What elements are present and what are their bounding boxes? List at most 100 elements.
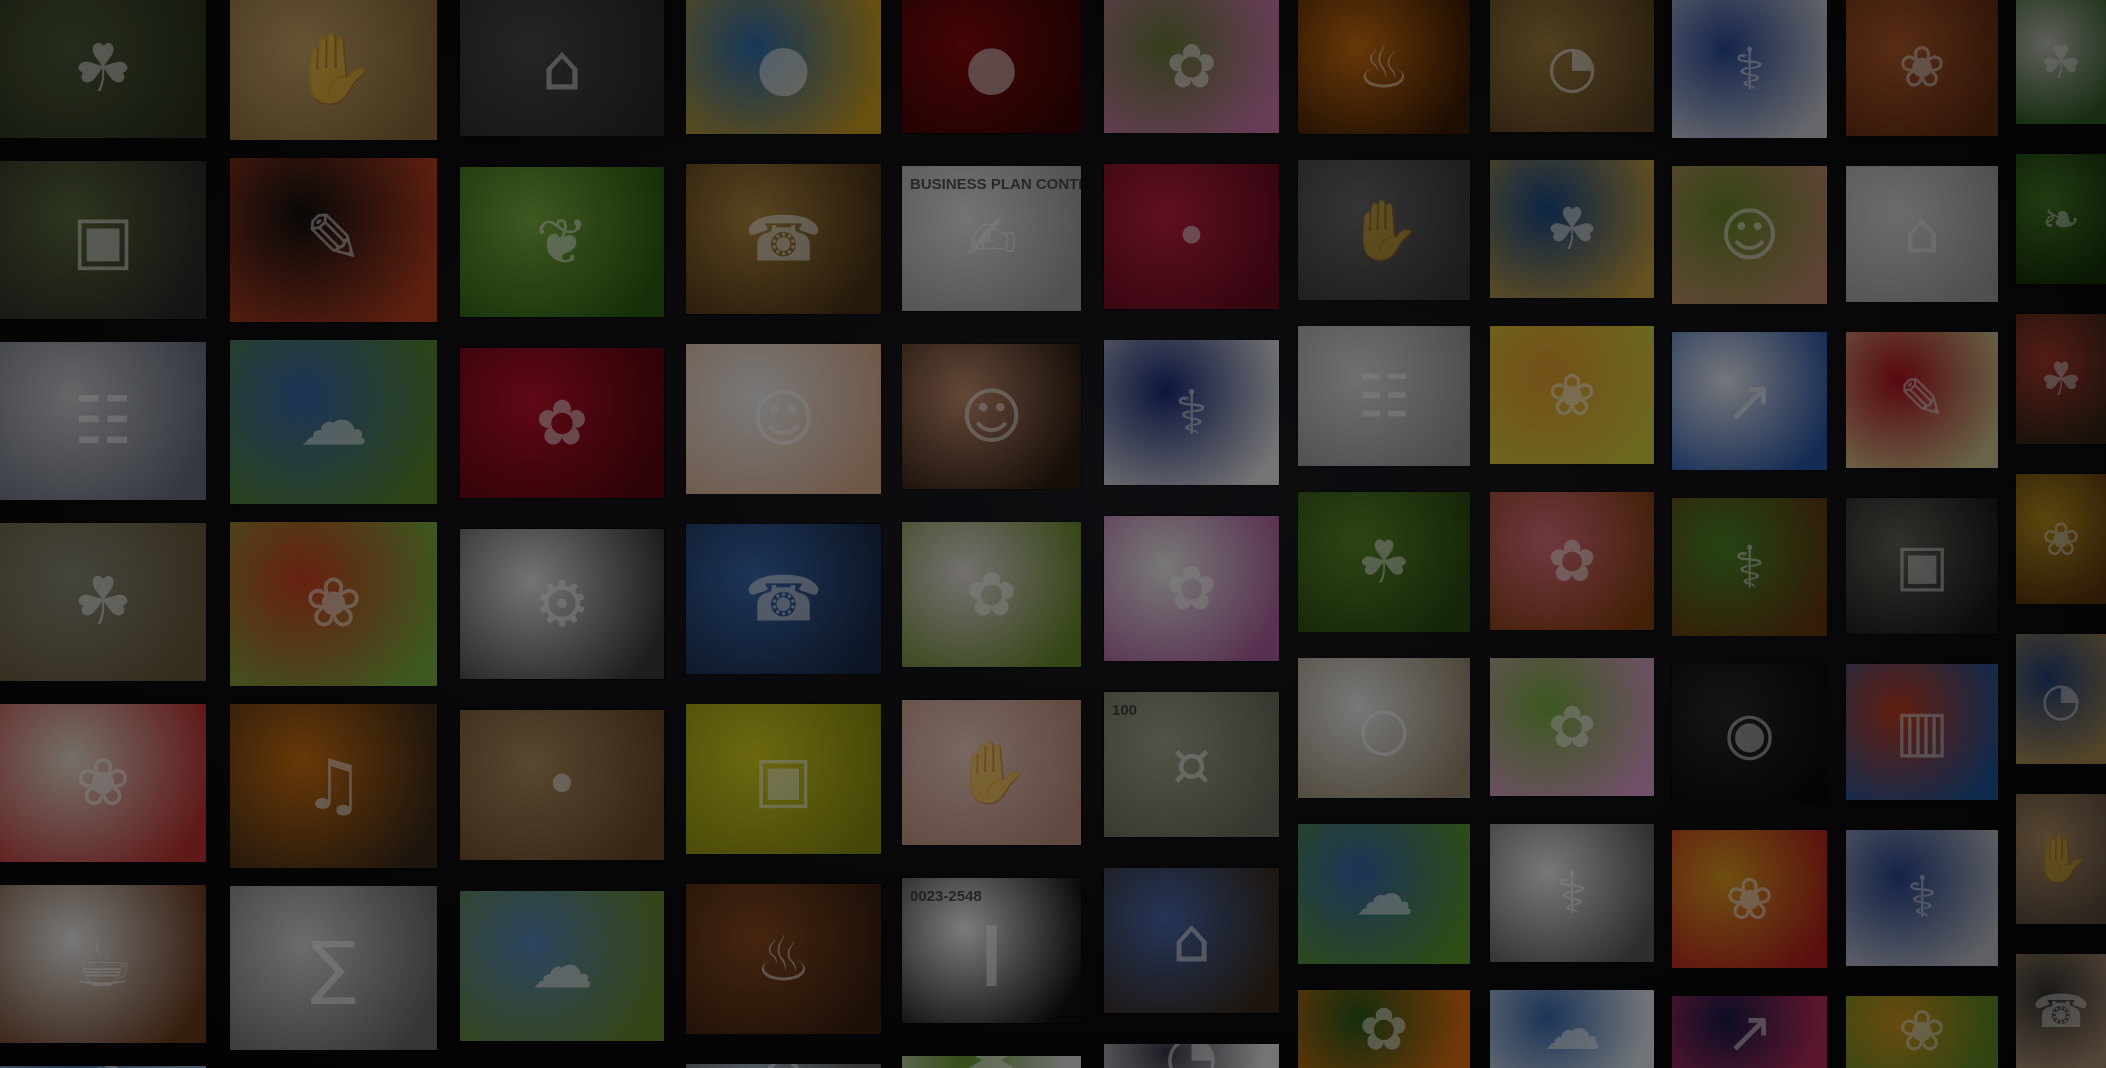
photo-tile-clouds-sky: ☁ <box>1490 990 1654 1068</box>
tile-dim-overlay <box>686 524 881 674</box>
tile-dim-overlay <box>1490 160 1654 298</box>
tile-dim-overlay <box>460 710 664 860</box>
tile-dim-overlay <box>1104 692 1279 837</box>
tile-dim-overlay <box>1846 166 1998 302</box>
photo-tile-green-field-sky: ☁ <box>1298 824 1470 964</box>
tile-dim-overlay <box>0 704 206 862</box>
tile-dim-overlay <box>0 161 206 319</box>
tile-dim-overlay <box>460 0 664 136</box>
photo-tile-white-blossoms: ✿ <box>902 522 1081 667</box>
photo-tile-barcode: ❙0023-2548 <box>902 878 1081 1023</box>
photo-tile-grass-field: ☘ <box>0 0 206 138</box>
tile-dim-overlay <box>0 523 206 681</box>
photo-tile-photo-frame: ▣ <box>1846 498 1998 634</box>
photo-tile-wheat-field: ☘ <box>0 523 206 681</box>
tile-dim-overlay <box>460 891 664 1041</box>
photo-tile-hand-with-key: ✋ <box>2016 794 2106 924</box>
tile-dim-overlay <box>902 344 1081 489</box>
photo-wall: ☘✋⌂●●✿♨◔⚕❀☘▣✎❦☎✍BUSINESS PLAN CONTRACT•✋… <box>0 0 2106 1068</box>
photo-tile-gerbera-macro: ✿ <box>1490 492 1654 630</box>
photo-tile-vintage-radio: ☎ <box>686 164 881 314</box>
photo-tile-honey-jar: ❀ <box>2016 474 2106 604</box>
tile-dim-overlay <box>1846 830 1998 966</box>
photo-tile-belly-hands: ✋ <box>902 700 1081 845</box>
photo-tile-doctor-mask: ⚕ <box>1104 340 1279 485</box>
tile-dim-overlay <box>2016 954 2106 1068</box>
tile-dim-overlay <box>686 1064 881 1068</box>
photo-tile-business-plan-contract: ✍BUSINESS PLAN CONTRACT <box>902 166 1081 311</box>
tile-dim-overlay <box>1490 0 1654 132</box>
tile-dim-overlay <box>1672 332 1827 470</box>
tile-dim-overlay <box>1846 996 1998 1068</box>
tile-dim-overlay <box>902 522 1081 667</box>
photo-tile-hands-soil-sprout: ☘ <box>2016 314 2106 444</box>
tile-dim-overlay <box>1846 664 1998 800</box>
photo-tile-colored-pencils: ✎ <box>230 158 437 322</box>
tile-dim-overlay <box>1490 824 1654 962</box>
photo-tile-coffee-cup-beans: ☕ <box>0 885 206 1043</box>
photo-tile-pink-daisy: ✿ <box>1104 0 1279 133</box>
photo-tile-fireplace: ♨ <box>686 884 881 1034</box>
tile-dim-overlay <box>1104 164 1279 309</box>
tile-dim-overlay <box>1490 492 1654 630</box>
tile-dim-overlay <box>1672 664 1827 802</box>
photo-tile-grass-blades: ☘ <box>1298 492 1470 632</box>
photo-tile-green-leaf-drop: ❦ <box>460 167 664 317</box>
tile-dim-overlay <box>1672 996 1827 1068</box>
photo-tile-doctor-clipboard: ⚕ <box>1672 0 1827 138</box>
tile-dim-overlay <box>686 0 881 134</box>
tile-dim-overlay <box>1298 658 1470 798</box>
tile-dim-overlay <box>1846 498 1998 634</box>
tile-dim-overlay <box>902 700 1081 845</box>
photo-tile-trees-landscape: ☁ <box>460 891 664 1041</box>
photo-tile-wooden-house: ⌂ <box>1104 868 1279 1013</box>
photo-tile-camera-rapeseed-field: ▣ <box>686 704 881 854</box>
tile-dim-overlay <box>902 166 1081 311</box>
photo-tile-call-center-agent: ☎ <box>686 524 881 674</box>
photo-tile-perfume-bottle: ❀ <box>1846 0 1998 136</box>
tile-dim-overlay <box>1298 824 1470 964</box>
photo-tile-newspapers: ☷ <box>0 342 206 500</box>
photo-tile-doctor-apple: ⚕ <box>1846 830 1998 966</box>
photo-tile-plastic-caps: ● <box>686 0 881 134</box>
photo-tile-kiwi-orange: ❀ <box>1846 996 1998 1068</box>
photo-tile-woman-face: ☺ <box>902 344 1081 489</box>
tile-dim-overlay <box>1490 326 1654 464</box>
tile-dim-overlay <box>1672 830 1827 968</box>
photo-tile-castle-sky: ⌂ <box>686 1064 881 1068</box>
tile-dim-overlay <box>1298 492 1470 632</box>
photo-tile-ring-box: ○ <box>1298 658 1470 798</box>
tile-dim-overlay <box>1672 166 1827 304</box>
photo-tile-herbal-jars: ❀ <box>1490 326 1654 464</box>
tile-dim-overlay <box>2016 474 2106 604</box>
photo-tile-calculator-pen: ∑ <box>230 886 437 1050</box>
photo-tile-mushroom-basket: • <box>460 710 664 860</box>
photo-tile-medicine-bottle: ⚕ <box>1672 498 1827 636</box>
photo-tile-lock: ⌂ <box>460 0 664 136</box>
tile-dim-overlay <box>2016 314 2106 444</box>
tile-dim-overlay <box>1104 516 1279 661</box>
tile-dim-overlay <box>1298 160 1470 300</box>
photo-tile-open-book: ☷ <box>1298 326 1470 466</box>
photo-tile-notepad-measuring-tape: ✎ <box>1846 332 1998 468</box>
photo-tile-white-orchid: ✿ <box>1104 516 1279 661</box>
tile-dim-overlay <box>1846 332 1998 468</box>
photo-tile-stock-ticker: ↗ <box>1672 996 1827 1068</box>
photo-tile-dandelion: ✱ <box>902 1056 1081 1068</box>
tile-dim-overlay <box>1672 0 1827 138</box>
photo-tile-fruits-vegetables: ❀ <box>1672 830 1827 968</box>
photo-tile-hand-with-coins: ✋ <box>1298 160 1470 300</box>
tile-dim-overlay <box>230 704 437 868</box>
tile-dim-overlay <box>1104 1044 1279 1068</box>
tile-dim-overlay <box>2016 634 2106 764</box>
photo-tile-red-ornament: ● <box>902 0 1081 133</box>
photo-tile-barometer: ◔ <box>1490 0 1654 132</box>
tile-dim-overlay <box>1298 0 1470 134</box>
photo-tile-vegetable-salad: ❀ <box>230 522 437 686</box>
photo-tile-woman-portrait: ☺ <box>1672 166 1827 304</box>
photo-tile-hand-phone: ☎ <box>2016 954 2106 1068</box>
photo-tile-businessman-watch: ◔ <box>1104 1044 1279 1068</box>
tile-dim-overlay <box>1104 0 1279 133</box>
photo-tile-ice-cream-sundae: ❀ <box>0 704 206 862</box>
tile-dim-overlay <box>0 342 206 500</box>
